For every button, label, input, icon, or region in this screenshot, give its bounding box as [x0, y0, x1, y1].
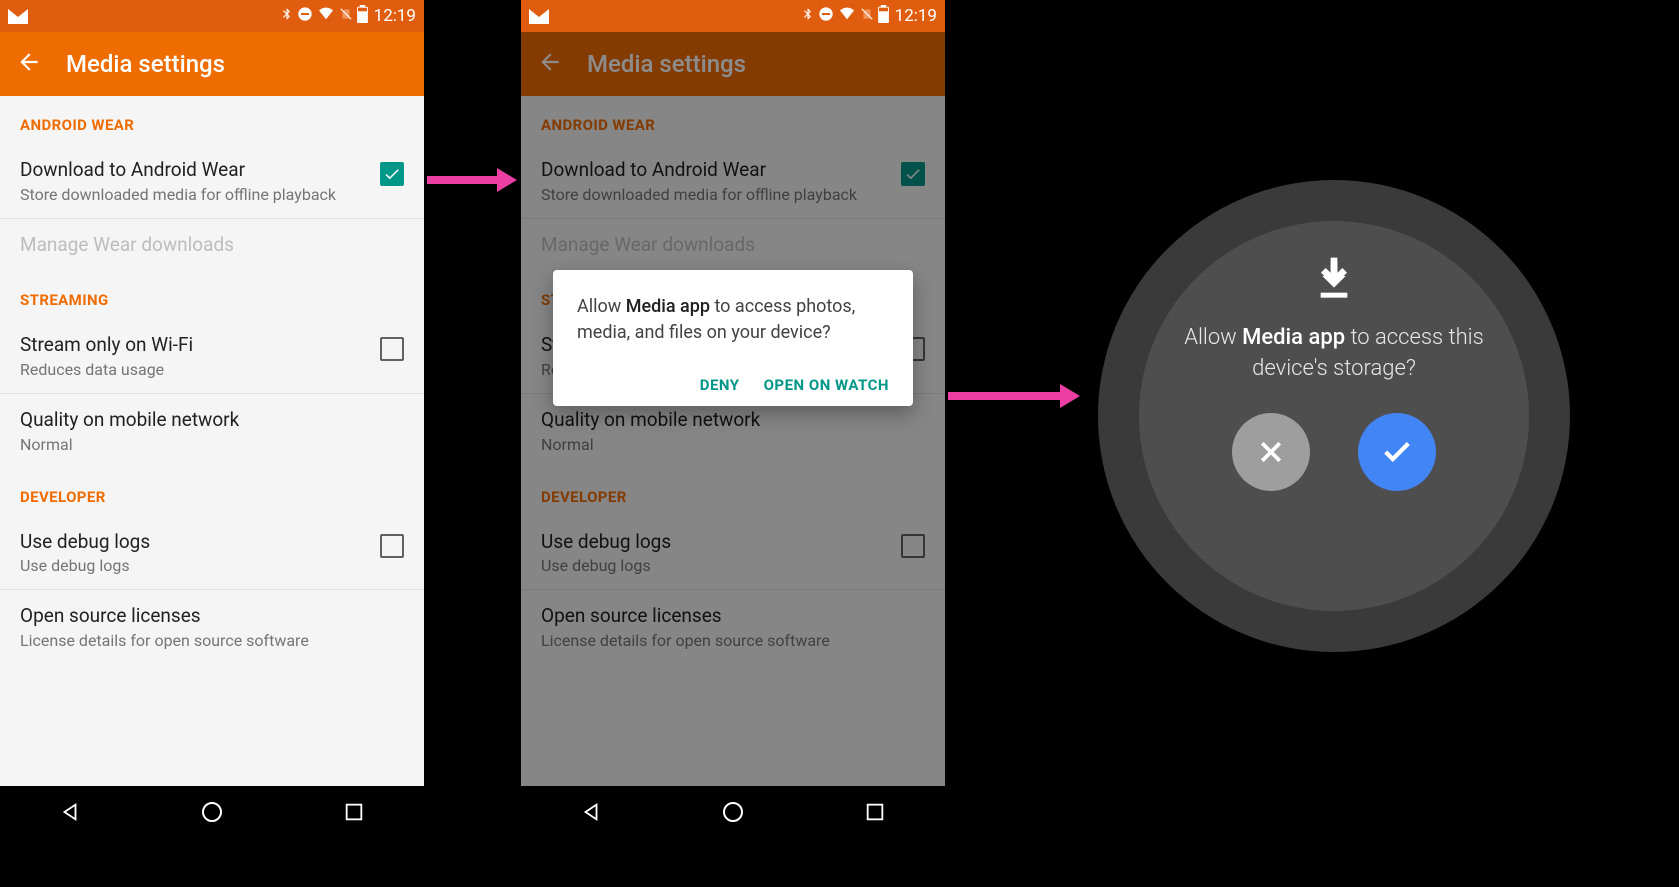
- nav-back-icon[interactable]: [59, 801, 81, 827]
- nav-recent-icon[interactable]: [864, 801, 886, 827]
- pref-wifi-only[interactable]: Stream only on Wi-Fi Reduces data usage: [0, 319, 424, 393]
- watch-confirm-button[interactable]: [1358, 413, 1436, 491]
- navigation-bar: [0, 786, 424, 842]
- wifi-icon: [317, 7, 335, 25]
- gmail-icon: [8, 9, 28, 24]
- back-icon[interactable]: [16, 49, 42, 79]
- wifi-icon: [838, 7, 856, 25]
- watch-face: Allow Media app to access this device's …: [1139, 221, 1529, 611]
- pref-title: Open source licenses: [20, 604, 404, 629]
- nav-home-icon[interactable]: [721, 800, 745, 828]
- checkbox-checked-icon[interactable]: [380, 162, 404, 186]
- navigation-bar: [521, 786, 945, 842]
- section-android-wear: ANDROID WEAR: [0, 96, 424, 144]
- phone-screen-1: 12:19 Media settings ANDROID WEAR Downlo…: [0, 0, 424, 842]
- dnd-icon: [297, 6, 313, 26]
- settings-list: ANDROID WEAR Download to Android Wear St…: [0, 96, 424, 786]
- watch-text-pre: Allow: [1184, 325, 1242, 350]
- watch-deny-button[interactable]: [1232, 413, 1310, 491]
- pref-title: Use debug logs: [20, 530, 368, 555]
- watch-message: Allow Media app to access this device's …: [1139, 323, 1529, 385]
- pref-subtitle: Normal: [20, 435, 404, 454]
- battery-icon: [878, 5, 889, 27]
- pref-manage-wear[interactable]: Manage Wear downloads: [0, 219, 424, 272]
- dialog-message: Allow Media app to access photos, media,…: [577, 294, 889, 346]
- status-time: 12:19: [895, 6, 937, 26]
- dialog-text-pre: Allow: [577, 296, 626, 317]
- pref-subtitle: Reduces data usage: [20, 360, 368, 379]
- status-bar: 12:19: [0, 0, 424, 32]
- section-developer: DEVELOPER: [0, 468, 424, 516]
- status-time: 12:19: [374, 6, 416, 26]
- battery-icon: [357, 5, 368, 27]
- phone-screen-2: 12:19 Media settings ANDROID WEAR Downlo…: [521, 0, 945, 842]
- download-icon: [1314, 257, 1354, 309]
- no-sim-icon: [339, 6, 353, 26]
- bluetooth-icon: [280, 5, 293, 27]
- status-bar: 12:19: [521, 0, 945, 32]
- pref-subtitle: Store downloaded media for offline playb…: [20, 185, 368, 204]
- dialog-app-name: Media app: [626, 296, 710, 317]
- nav-home-icon[interactable]: [200, 800, 224, 828]
- bluetooth-icon: [801, 5, 814, 27]
- flow-arrow-icon: [948, 384, 1080, 408]
- permission-dialog: Allow Media app to access photos, media,…: [553, 270, 913, 406]
- checkbox-unchecked-icon[interactable]: [380, 337, 404, 361]
- pref-oss[interactable]: Open source licenses License details for…: [0, 590, 424, 664]
- open-on-watch-button[interactable]: OPEN ON WATCH: [764, 376, 889, 394]
- pref-subtitle: Use debug logs: [20, 556, 368, 575]
- pref-title: Stream only on Wi-Fi: [20, 333, 368, 358]
- pref-debug[interactable]: Use debug logs Use debug logs: [0, 516, 424, 590]
- pref-quality[interactable]: Quality on mobile network Normal: [0, 394, 424, 468]
- pref-subtitle: License details for open source software: [20, 631, 404, 650]
- gmail-icon: [529, 9, 549, 24]
- app-bar: Media settings: [0, 32, 424, 96]
- no-sim-icon: [860, 6, 874, 26]
- pref-title: Manage Wear downloads: [20, 233, 404, 258]
- modal-scrim[interactable]: [521, 32, 945, 786]
- nav-recent-icon[interactable]: [343, 801, 365, 827]
- page-title: Media settings: [66, 50, 225, 78]
- flow-arrow-icon: [427, 168, 517, 192]
- dnd-icon: [818, 6, 834, 26]
- pref-title: Download to Android Wear: [20, 158, 368, 183]
- watch-screen: Allow Media app to access this device's …: [1098, 180, 1570, 652]
- nav-back-icon[interactable]: [580, 801, 602, 827]
- section-streaming: STREAMING: [0, 271, 424, 319]
- pref-title: Quality on mobile network: [20, 408, 404, 433]
- deny-button[interactable]: DENY: [700, 376, 740, 394]
- checkbox-unchecked-icon[interactable]: [380, 534, 404, 558]
- pref-download-wear[interactable]: Download to Android Wear Store downloade…: [0, 144, 424, 218]
- watch-app-name: Media app: [1242, 325, 1345, 350]
